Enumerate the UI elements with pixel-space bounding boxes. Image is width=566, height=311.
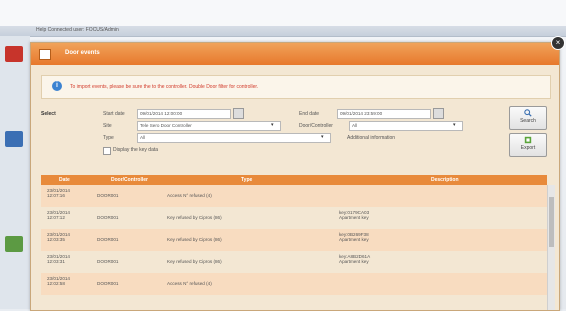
door-controller-select[interactable]: All <box>349 121 463 131</box>
cell-description: key:A8B2D61A Apartment key <box>339 254 371 264</box>
door-events-dialog: Door events × i To import events, please… <box>30 36 565 311</box>
table-row[interactable]: 23/01/2014 12:03:35 DOOR001 Key refused … <box>41 229 547 251</box>
cell-door: DOOR001 <box>97 215 119 220</box>
additional-info-label: Additional information <box>347 135 396 141</box>
app-taskbar: Help Connected user: FOCUS/Admin <box>0 26 566 37</box>
site-label: Site <box>103 123 112 129</box>
column-header-door-controller[interactable]: Door/Controller <box>111 177 148 183</box>
app-launcher-icon[interactable] <box>5 131 23 147</box>
left-sidebar <box>0 36 30 309</box>
table-row[interactable]: 23/01/2014 12:07:12 DOOR001 Key refused … <box>41 207 547 229</box>
cell-door: DOOR001 <box>97 281 119 286</box>
cell-door: DOOR001 <box>97 259 119 264</box>
chevron-down-icon[interactable]: ▾ <box>453 122 456 128</box>
column-header-type[interactable]: Type <box>241 177 252 183</box>
type-label: Type <box>103 135 114 141</box>
column-header-description[interactable]: Description <box>431 177 459 183</box>
calendar-icon[interactable] <box>233 108 244 119</box>
display-key-checkbox[interactable] <box>103 147 111 155</box>
info-icon: i <box>52 81 62 91</box>
export-icon <box>524 136 532 144</box>
cell-type: Access N° refused (4) <box>167 281 212 286</box>
column-header-date[interactable]: Date <box>59 177 70 183</box>
export-button[interactable]: Export <box>509 133 547 157</box>
app-launcher-icon[interactable] <box>5 236 23 252</box>
search-icon <box>524 109 532 117</box>
top-strip <box>0 0 566 26</box>
cell-type: Key refused by Cipros (86) <box>167 259 222 264</box>
calendar-icon <box>39 49 51 60</box>
cell-door: DOOR001 <box>97 193 119 198</box>
cell-description: key:0B269F38 Apartment key <box>339 232 369 242</box>
info-text: To import events, please be sure the to … <box>70 84 259 90</box>
table-header: Date Door/Controller Type Description <box>41 175 547 185</box>
chevron-down-icon[interactable]: ▾ <box>321 134 324 140</box>
app-launcher-icon[interactable] <box>5 46 23 62</box>
cell-date: 23/01/2014 12:03:35 <box>47 232 70 242</box>
cell-type: Access N° refused (4) <box>167 193 212 198</box>
type-select[interactable]: All <box>137 133 331 143</box>
close-button[interactable]: × <box>551 36 565 50</box>
cell-type: Key refused by Cipros (86) <box>167 237 222 242</box>
info-banner: i To import events, please be sure the t… <box>41 75 551 99</box>
export-label: Export <box>520 145 536 151</box>
search-label: Search <box>520 118 536 124</box>
chevron-down-icon[interactable]: ▾ <box>271 122 274 128</box>
site-select[interactable]: Tele Sero Door Controller <box>137 121 281 131</box>
start-date-label: Start date <box>103 111 125 117</box>
table-scrollbar[interactable] <box>547 185 555 310</box>
events-table: Date Door/Controller Type Description 23… <box>41 175 555 310</box>
table-row[interactable]: 23/01/2014 12:07:16 DOOR001 Access N° re… <box>41 185 547 207</box>
end-date-label: End date <box>299 111 320 117</box>
table-row[interactable]: 23/01/2014 12:02:58 DOOR001 Access N° re… <box>41 273 547 295</box>
cell-type: Key refused by Cipros (86) <box>167 215 222 220</box>
door-controller-label: Door/Controller <box>299 123 333 129</box>
search-button[interactable]: Search <box>509 106 547 130</box>
cell-date: 23/01/2014 12:07:12 <box>47 210 70 220</box>
calendar-icon[interactable] <box>433 108 444 119</box>
cell-description: key:0179CA03 Apartment key <box>339 210 370 220</box>
cell-date: 23/01/2014 12:07:16 <box>47 188 70 198</box>
start-date-field[interactable]: 09/01/2014 12:00:00 <box>137 109 231 119</box>
scrollbar-thumb[interactable] <box>549 197 554 247</box>
taskbar-title: Help Connected user: FOCUS/Admin <box>36 27 119 33</box>
end-date-field[interactable]: 09/01/2014 23:59:00 <box>337 109 431 119</box>
filter-form: Select Start date 09/01/2014 12:00:00 En… <box>31 103 559 173</box>
select-label: Select <box>41 111 56 117</box>
cell-date: 23/01/2014 12:02:58 <box>47 276 70 286</box>
cell-door: DOOR001 <box>97 237 119 242</box>
display-key-label: Display the key data <box>113 147 159 153</box>
dialog-title: Door events <box>65 50 100 56</box>
table-row[interactable]: 23/01/2014 12:03:31 DOOR001 Key refused … <box>41 251 547 273</box>
dialog-titlebar: Door events <box>31 43 559 65</box>
cell-date: 23/01/2014 12:03:31 <box>47 254 70 264</box>
